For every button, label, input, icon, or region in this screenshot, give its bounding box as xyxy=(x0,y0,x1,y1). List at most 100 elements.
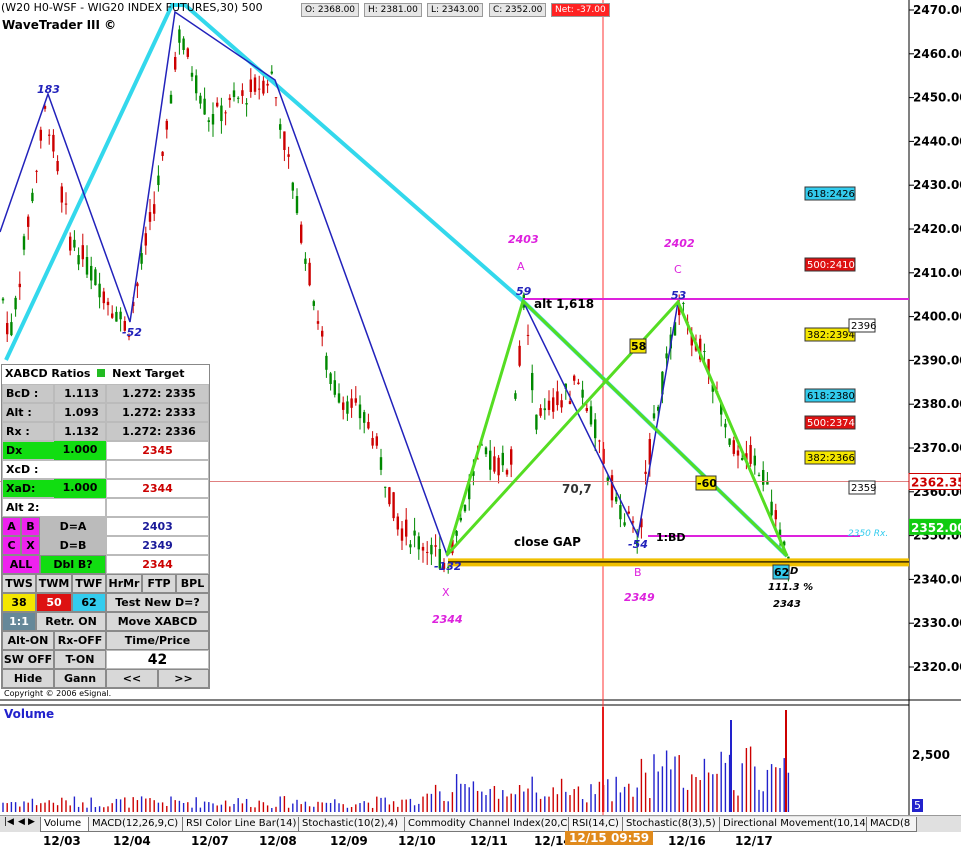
indicator-tab[interactable]: Stochastic(8(3),5) xyxy=(622,817,726,832)
a-button[interactable]: A xyxy=(2,517,21,536)
c-button[interactable]: C xyxy=(2,536,21,555)
x-tick-label: 12/09 xyxy=(330,834,368,848)
prev-button[interactable]: << xyxy=(106,669,158,688)
indicator-tab[interactable]: MACD(8 xyxy=(866,817,917,832)
rx-label: 2350 Rx. xyxy=(848,529,888,539)
swing-label: -60 xyxy=(697,477,717,490)
candle-body xyxy=(333,380,336,395)
tab-scroll-prev-icon[interactable]: ◀ xyxy=(18,817,25,827)
point-c-label: C xyxy=(674,263,682,276)
one-to-one-button[interactable]: 1:1 xyxy=(2,612,36,631)
candle-body xyxy=(363,412,366,423)
x-button[interactable]: X xyxy=(21,536,40,555)
candle-body xyxy=(216,102,219,107)
move-xabcd-button[interactable]: Move XABCD xyxy=(106,612,209,631)
candle-body xyxy=(153,204,156,214)
gann-button[interactable]: Gann xyxy=(54,669,106,688)
x-tick-label: 12/07 xyxy=(191,834,229,848)
candle-body xyxy=(577,382,580,385)
candle-body xyxy=(388,487,391,505)
hrmr-button[interactable]: HrMr xyxy=(106,574,142,593)
candle-body xyxy=(249,79,252,92)
sw-off-button[interactable]: SW OFF xyxy=(2,650,54,669)
next-button[interactable]: >> xyxy=(158,669,209,688)
candle-body xyxy=(270,71,273,74)
candle-body xyxy=(266,83,269,86)
candle-body xyxy=(18,283,21,288)
swing-label: 58 xyxy=(631,340,646,353)
tab-scroll-next-icon[interactable]: ▶ xyxy=(28,817,35,827)
xcd-target xyxy=(106,460,209,479)
candle-body xyxy=(1,298,5,301)
fib-38-button[interactable]: 38 xyxy=(2,593,36,612)
candle-body xyxy=(585,408,588,412)
indicator-tab[interactable]: MACD(12,26,9,C) xyxy=(88,817,189,832)
candle-body xyxy=(379,457,383,470)
candle-body xyxy=(409,544,412,548)
volume-bars xyxy=(2,707,790,812)
bpl-button[interactable]: BPL xyxy=(176,574,209,593)
fib-box-label: 618:2426 xyxy=(807,189,855,200)
candle-body xyxy=(682,302,685,304)
tab-scroll-first-icon[interactable]: |◀ xyxy=(4,817,14,827)
test-new-d-button[interactable]: Test New D=? xyxy=(106,593,209,612)
swing-label: 59 xyxy=(516,285,532,298)
candle-body xyxy=(484,447,488,455)
candle-body xyxy=(85,257,89,275)
candle-body xyxy=(354,398,357,403)
candle-body xyxy=(6,323,9,335)
indicator-tab[interactable]: Volume xyxy=(40,817,95,832)
all-button[interactable]: ALL xyxy=(2,555,40,574)
candle-body xyxy=(287,154,290,157)
candle-body xyxy=(518,345,521,366)
d-equals-b-value: 2349 xyxy=(106,536,209,555)
candle-body xyxy=(241,90,244,96)
twm-button[interactable]: TWM xyxy=(36,574,72,593)
indicator-tab[interactable]: Stochastic(10(2),4) xyxy=(298,817,411,832)
candle-body xyxy=(228,97,231,101)
candle-body xyxy=(77,255,80,265)
double-b-button[interactable]: Dbl B? xyxy=(40,555,106,574)
y-tick-label: 2320.00 xyxy=(913,660,961,674)
panel-header: XABCD Ratios Next Target xyxy=(2,365,209,384)
indicator-tab[interactable]: Directional Movement(10,14) xyxy=(719,817,873,832)
time-price-button[interactable]: Time/Price xyxy=(106,631,209,650)
fib-62-button[interactable]: 62 xyxy=(72,593,106,612)
bd-label: 1:BD xyxy=(656,531,686,544)
y-tick-label: 2440.00 xyxy=(913,134,961,148)
dx-value: 1.000 xyxy=(54,441,106,460)
volume-last: 5 xyxy=(912,799,923,812)
tws-button[interactable]: TWS xyxy=(2,574,36,593)
t-on-button[interactable]: T-ON xyxy=(54,650,106,669)
swing-label: -132 xyxy=(434,560,462,573)
xcd-label: XcD : xyxy=(2,460,106,479)
candle-body xyxy=(400,528,404,541)
candle-body xyxy=(295,196,299,214)
candle-body xyxy=(610,475,614,501)
candle-body xyxy=(459,517,462,521)
candle-body xyxy=(195,75,198,94)
ratio-row-v: 1.132 xyxy=(54,422,106,441)
indicator-tab[interactable]: RSI Color Line Bar(14) xyxy=(182,817,305,832)
fib-box-label: 382:2366 xyxy=(807,453,855,464)
candle-body xyxy=(48,134,51,136)
candle-body xyxy=(342,402,345,410)
candle-body xyxy=(27,216,30,227)
close-gap-label: close GAP xyxy=(514,535,581,549)
candle-body xyxy=(35,170,38,172)
rx-off-button[interactable]: Rx-OFF xyxy=(54,631,106,650)
candle-body xyxy=(232,90,236,98)
alt-on-button[interactable]: Alt-ON xyxy=(2,631,54,650)
retr-on-button[interactable]: Retr. ON xyxy=(36,612,106,631)
chart-window[interactable]: 2470.00 2460.00 2450.00 2440.00 2430.00 2420.… xyxy=(0,0,961,865)
candle-body xyxy=(203,98,206,115)
fib-50-button[interactable]: 50 xyxy=(36,593,72,612)
indicator-tab[interactable]: RSI(14,C) xyxy=(568,817,629,832)
b-button[interactable]: B xyxy=(21,517,40,536)
twf-button[interactable]: TWF xyxy=(72,574,106,593)
hide-button[interactable]: Hide xyxy=(2,669,54,688)
candle-body xyxy=(652,413,656,419)
ftp-button[interactable]: FTP xyxy=(142,574,176,593)
indicator-tab[interactable]: Commodity Channel Index(20,C) xyxy=(404,817,575,832)
fib-box-label: 2396 xyxy=(851,321,876,332)
